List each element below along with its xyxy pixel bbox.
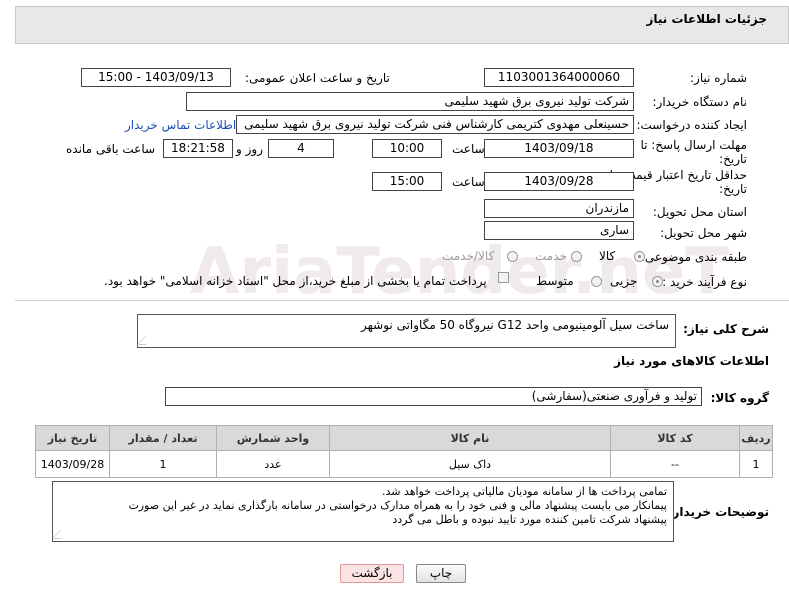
purchase-type-label: نوع فرآیند خرید : bbox=[662, 275, 747, 289]
buyer-org-field: شرکت تولید نیروی برق شهید سلیمی bbox=[186, 92, 634, 111]
buyer-notes-textarea[interactable]: تمامی پرداخت ها از سامانه مودیان مالیاتی… bbox=[51, 481, 674, 542]
buyer-notes-line-2: پیمانکار می بایست پیشنهاد مالی و فنی خود… bbox=[128, 499, 667, 512]
resize-handle-icon[interactable] bbox=[51, 530, 70, 539]
col-header-code: کد کالا bbox=[610, 425, 740, 451]
province-field: مازندران bbox=[484, 199, 634, 218]
category-option-service: خدمت bbox=[535, 249, 567, 263]
category-radio-goods[interactable] bbox=[634, 251, 645, 262]
price-validity-time-field: 15:00 bbox=[372, 172, 442, 191]
treasury-note: پرداخت تمام یا بخشی از مبلغ خرید،از محل … bbox=[104, 274, 487, 288]
price-validity-date-field: 1403/09/28 bbox=[484, 172, 634, 191]
time-remaining-label: ساعت باقی مانده bbox=[66, 142, 156, 156]
creator-label: ایجاد کننده درخواست: bbox=[636, 118, 747, 132]
deadline-date-field: 1403/09/18 bbox=[484, 139, 634, 158]
col-header-name: نام کالا bbox=[329, 425, 611, 451]
col-header-row-number: ردیف bbox=[739, 425, 773, 451]
city-label: شهر محل تحویل: bbox=[660, 226, 747, 240]
deadline-label-date: تاریخ: bbox=[719, 152, 747, 166]
purchase-radio-minor[interactable] bbox=[652, 276, 663, 287]
province-label: استان محل تحویل: bbox=[652, 205, 747, 219]
purchase-option-minor: جزیی bbox=[610, 274, 638, 288]
goods-section-title: اطلاعات کالاهای مورد نیاز bbox=[614, 354, 769, 368]
cell-code: -- bbox=[610, 450, 740, 478]
announce-datetime-label: تاریخ و ساعت اعلان عمومی: bbox=[245, 71, 390, 85]
cell-unit: عدد bbox=[216, 450, 330, 478]
cell-row-number: 1 bbox=[739, 450, 773, 478]
buyer-contact-link[interactable]: اطلاعات تماس خریدار bbox=[125, 118, 236, 132]
days-remaining-field: 4 bbox=[268, 139, 334, 158]
price-validity-label-date: تاریخ: bbox=[719, 182, 747, 196]
buyer-notes-line-3: پیشنهاد شرکت تامین کننده مورد تایید نبود… bbox=[392, 513, 667, 526]
price-validity-time-label: ساعت bbox=[452, 175, 485, 189]
category-label: طبقه بندی موضوعی: bbox=[640, 250, 747, 264]
time-remaining-field: 18:21:58 bbox=[163, 139, 233, 158]
buyer-org-label: نام دستگاه خریدار: bbox=[652, 95, 748, 109]
creator-field: حسینعلی مهدوی کتریمی کارشناس فنی شرکت تو… bbox=[236, 115, 634, 134]
col-header-unit: واحد شمارش bbox=[216, 425, 330, 451]
goods-group-label: گروه کالا: bbox=[710, 391, 769, 405]
description-label: شرح کلی نیاز: bbox=[683, 322, 769, 336]
cell-name: داک سیل bbox=[329, 450, 611, 478]
city-field: ساری bbox=[484, 221, 634, 240]
back-button[interactable]: بازگشت bbox=[340, 564, 404, 583]
deadline-time-field: 10:00 bbox=[372, 139, 442, 158]
deadline-time-label: ساعت bbox=[452, 142, 485, 156]
category-option-goods: کالا bbox=[599, 249, 616, 263]
announce-datetime-field: 1403/09/13 - 15:00 bbox=[81, 68, 231, 87]
purchase-radio-medium[interactable] bbox=[591, 276, 602, 287]
buyer-notes-line-1: تمامی پرداخت ها از سامانه مودیان مالیاتی… bbox=[381, 485, 667, 498]
items-table: ردیف کد کالا نام کالا واحد شمارش تعداد /… bbox=[35, 425, 773, 478]
description-text: ساخت سیل آلومینیومی واحد G12 نیروگاه 50 … bbox=[361, 318, 669, 332]
buyer-notes-label: توضیحات خریدار: bbox=[667, 505, 769, 519]
purchase-option-medium: متوسط bbox=[536, 274, 574, 288]
need-number-label: شماره نیاز: bbox=[690, 71, 747, 85]
goods-group-field: تولید و فرآوری صنعتی(سفارشی) bbox=[165, 387, 702, 406]
page-title: جزئیات اطلاعات نیاز bbox=[646, 12, 767, 26]
col-header-quantity: تعداد / مقدار bbox=[109, 425, 217, 451]
category-radio-goods-service[interactable] bbox=[507, 251, 518, 262]
col-header-need-date: تاریخ نیاز bbox=[35, 425, 110, 451]
days-label: روز و bbox=[236, 142, 263, 156]
resize-handle-icon[interactable] bbox=[136, 336, 155, 345]
table-header-row: ردیف کد کالا نام کالا واحد شمارش تعداد /… bbox=[35, 425, 773, 451]
print-button[interactable]: چاپ bbox=[416, 564, 466, 583]
description-textarea[interactable]: ساخت سیل آلومینیومی واحد G12 نیروگاه 50 … bbox=[136, 314, 676, 348]
section-divider bbox=[15, 300, 789, 301]
category-radio-service[interactable] bbox=[571, 251, 582, 262]
need-number-field: 1103001364000060 bbox=[484, 68, 634, 87]
category-option-goods-service: کالا/خدمت bbox=[442, 249, 495, 263]
cell-need-date: 1403/09/28 bbox=[35, 450, 110, 478]
table-row: 1 -- داک سیل عدد 1 1403/09/28 bbox=[35, 450, 773, 478]
treasury-checkbox[interactable] bbox=[498, 272, 509, 283]
deadline-label: مهلت ارسال پاسخ: تا bbox=[640, 138, 747, 152]
cell-quantity: 1 bbox=[109, 450, 217, 478]
